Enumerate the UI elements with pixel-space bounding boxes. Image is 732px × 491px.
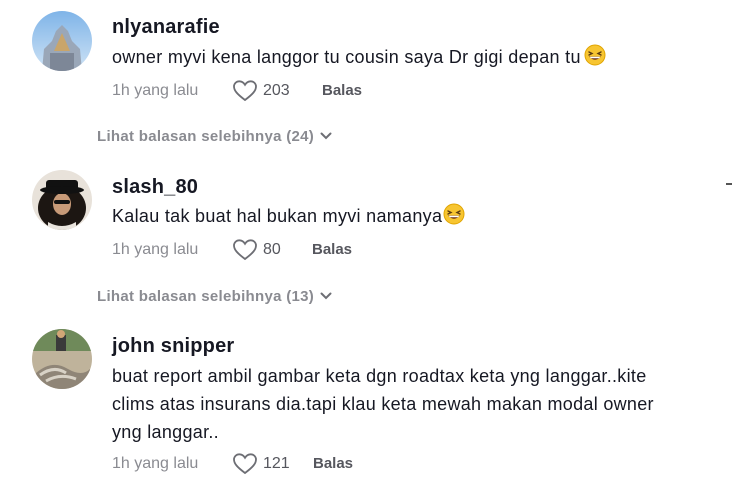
username[interactable]: slash_80 [112,176,198,199]
view-more-replies[interactable]: Lihat balasan selebihnya (24) [97,126,332,147]
comment-text-body: Kalau tak buat hal bukan myvi namanya [112,206,443,226]
grinning-squinting-face-icon [443,203,465,233]
scrollbar-edge[interactable] [726,183,732,185]
like-count: 80 [263,241,281,258]
view-more-replies-label: Lihat balasan selebihnya (13) [97,288,315,305]
avatar[interactable] [32,170,92,230]
avatar-image-icon [32,170,92,230]
comment-text-line: yng langgar.. [112,422,219,442]
avatar[interactable] [32,11,92,71]
avatar[interactable] [32,329,92,389]
username[interactable]: nlyanarafie [112,16,220,39]
reply-button[interactable]: Balas [313,452,353,476]
comment-text-line: buat report ambil gambar keta dgn roadta… [112,366,647,386]
username[interactable]: john snipper [112,335,234,358]
timestamp: 1h yang lalu [112,241,199,258]
chevron-down-icon [320,126,332,146]
heart-icon [233,239,257,261]
timestamp: 1h yang lalu [112,82,199,99]
comment-text: Kalau tak buat hal bukan myvi namanya [112,202,702,233]
timestamp: 1h yang lalu [112,455,199,472]
view-more-replies-label: Lihat balasan selebihnya (24) [97,128,315,145]
comment-text-line: clims atas insurans dia.tapi klau keta m… [112,394,654,414]
avatar-image-icon [32,329,92,389]
comment-text: buat report ambil gambar keta dgn roadta… [112,362,702,446]
like-count: 203 [263,82,290,99]
reply-button[interactable]: Balas [322,79,362,103]
chevron-down-icon [320,286,332,306]
view-more-replies[interactable]: Lihat balasan selebihnya (13) [97,286,332,307]
heart-icon [233,80,257,102]
comment-text-body: owner myvi kena langgor tu cousin saya D… [112,47,581,67]
avatar-image-icon [32,11,92,71]
comment-text: owner myvi kena langgor tu cousin saya D… [112,43,702,74]
heart-icon [233,453,257,475]
grinning-squinting-face-icon [584,44,606,74]
reply-button[interactable]: Balas [312,238,352,262]
like-count: 121 [263,455,290,472]
